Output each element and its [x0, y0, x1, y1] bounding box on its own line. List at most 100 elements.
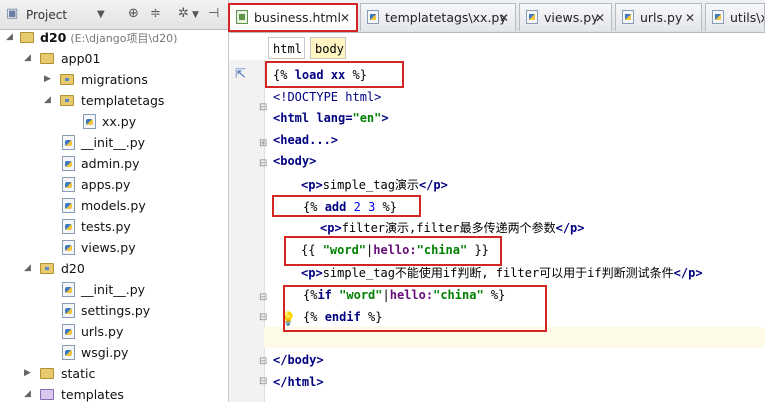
python-file-icon [62, 135, 75, 150]
project-toolbar: ▣ Project ▼ ⊕ ≑ ✲ ▼ ⊣ [0, 0, 228, 30]
highlight-box-add [272, 195, 421, 217]
python-file-icon [62, 345, 75, 360]
tree-item-label: models.py [81, 198, 146, 213]
collapse-all-icon[interactable]: ≑ [150, 6, 161, 21]
python-file-icon [526, 10, 538, 24]
collapsed-arrow-icon[interactable]: ▶ [44, 69, 51, 90]
breadcrumb-body[interactable]: body [310, 37, 346, 59]
close-tab-icon[interactable]: ✕ [685, 4, 695, 31]
tree-item-static[interactable]: ▶ static [0, 363, 228, 384]
folder-icon [20, 32, 34, 43]
tree-item-label: admin.py [81, 156, 140, 171]
highlight-box-tab [228, 3, 358, 32]
settings-arrow-icon[interactable]: ▼ [192, 10, 199, 20]
tree-item-label: app01 [61, 51, 101, 66]
python-file-icon [62, 198, 75, 213]
tree-item-label: urls.py [81, 324, 124, 339]
tree-item-label: wsgi.py [81, 345, 129, 360]
tree-item-label: migrations [81, 72, 148, 87]
tree-item-label: __init__.py [81, 282, 146, 297]
tree-item-label: settings.py [81, 303, 151, 318]
tab-label: utils\x [730, 10, 765, 25]
package-folder-icon [40, 263, 54, 274]
tree-item-d20-root[interactable]: ◢ d20 (E:\django项目\d20) [0, 27, 228, 48]
tree-item-wsgi-py[interactable]: wsgi.py [0, 342, 228, 363]
highlight-box-if [283, 285, 547, 332]
code-line-6[interactable]: <p>simple_tag演示</p> [301, 175, 448, 196]
fold-end-icon[interactable]: ⊟ [259, 356, 267, 367]
close-tab-icon[interactable]: ✕ [499, 4, 509, 31]
python-file-icon [62, 177, 75, 192]
settings-gear-icon[interactable]: ✲ [178, 6, 189, 21]
python-file-icon [62, 219, 75, 234]
tree-item-label: __init__.py [81, 135, 146, 150]
hide-pane-icon[interactable]: ⊣ [208, 6, 219, 21]
tree-item-tests-py[interactable]: tests.py [0, 216, 228, 237]
fold-marker-icon[interactable]: ⊟ [259, 292, 267, 303]
tab-label: urls.py [640, 10, 683, 25]
tab-views-py[interactable]: views.py ✕ [519, 3, 612, 31]
expanded-arrow-icon[interactable]: ◢ [24, 258, 31, 279]
package-folder-icon [60, 95, 74, 106]
code-line-4[interactable]: <head...> [273, 130, 338, 151]
python-file-icon [367, 10, 379, 24]
close-tab-icon[interactable]: ✕ [595, 4, 605, 31]
expanded-arrow-icon[interactable]: ◢ [24, 48, 31, 69]
code-line-2[interactable]: <!DOCTYPE html> [273, 87, 381, 108]
package-folder-icon [60, 74, 74, 85]
tree-item-label: templatetags [81, 93, 165, 108]
tree-item-settings-py[interactable]: settings.py [0, 300, 228, 321]
breadcrumb-html[interactable]: html [268, 37, 305, 59]
tree-item-init-py[interactable]: __init__.py [0, 132, 228, 153]
locate-target-icon[interactable]: ⊕ [128, 6, 139, 21]
collapsed-arrow-icon[interactable]: ▶ [24, 363, 31, 384]
tree-item-admin-py[interactable]: admin.py [0, 153, 228, 174]
fold-expand-icon[interactable]: ⊞ [259, 138, 267, 149]
navigate-to-tag-library-icon[interactable]: ⇱ [235, 67, 246, 82]
tree-item-migrations[interactable]: ▶ migrations [0, 69, 228, 90]
tree-item-label: views.py [81, 240, 136, 255]
fold-end-icon[interactable]: ⊟ [259, 312, 267, 323]
fold-marker-icon[interactable]: ⊟ [259, 158, 267, 169]
templates-folder-icon [40, 389, 54, 400]
expanded-arrow-icon[interactable]: ◢ [6, 27, 13, 48]
fold-end-icon[interactable]: ⊟ [259, 376, 267, 387]
tab-templatetags-xx-py[interactable]: templatetags\xx.py ✕ [360, 3, 516, 31]
tree-item-xx-py[interactable]: xx.py [0, 111, 228, 132]
code-line-15[interactable]: </html> [273, 372, 324, 393]
python-file-icon [62, 324, 75, 339]
dropdown-arrow-icon[interactable]: ▼ [97, 9, 105, 20]
python-file-icon [62, 156, 75, 171]
project-view-icon[interactable]: ▣ [6, 6, 18, 21]
code-line-14[interactable]: </body> [273, 350, 324, 371]
tab-label: templatetags\xx.py [385, 10, 507, 25]
python-file-icon [62, 282, 75, 297]
python-file-icon [62, 240, 75, 255]
python-file-icon [622, 10, 634, 24]
project-pane-title[interactable]: Project [26, 8, 67, 22]
tree-item-apps-py[interactable]: apps.py [0, 174, 228, 195]
tree-item-label: apps.py [81, 177, 131, 192]
tree-item-models-py[interactable]: models.py [0, 195, 228, 216]
highlight-box-filter [284, 236, 502, 266]
editor-gutter: ⇱ ⊟ ⊞ ⊟ ⊟ ⊟ ⊟ ⊟ [229, 60, 267, 402]
tree-item-d20[interactable]: ◢ d20 [0, 258, 228, 279]
code-line-10[interactable]: <p>simple_tag不能使用if判断, filter可以用于if判断测试条… [301, 263, 703, 284]
highlight-box-load [265, 61, 404, 88]
tree-item-app01[interactable]: ◢ app01 [0, 48, 228, 69]
tab-label: views.py [544, 10, 599, 25]
tab-urls-py[interactable]: urls.py ✕ [615, 3, 702, 31]
project-pane: ▣ Project ▼ ⊕ ≑ ✲ ▼ ⊣ ◢ d20 (E:\django项目… [0, 0, 229, 402]
expanded-arrow-icon[interactable]: ◢ [44, 90, 51, 111]
tree-item-label: d20 [61, 261, 85, 276]
tab-utils-x[interactable]: utils\x [705, 3, 765, 31]
tree-item-urls-py[interactable]: urls.py [0, 321, 228, 342]
tree-item-views-py[interactable]: views.py [0, 237, 228, 258]
tree-item-init-py[interactable]: __init__.py [0, 279, 228, 300]
fold-marker-icon[interactable]: ⊟ [259, 102, 267, 113]
tree-item-path: (E:\django项目\d20) [70, 32, 178, 45]
code-line-5[interactable]: <body> [273, 151, 316, 172]
tree-item-label: xx.py [102, 114, 137, 129]
tree-item-templatetags[interactable]: ◢ templatetags [0, 90, 228, 111]
code-line-3[interactable]: <html lang="en"> [273, 108, 389, 129]
